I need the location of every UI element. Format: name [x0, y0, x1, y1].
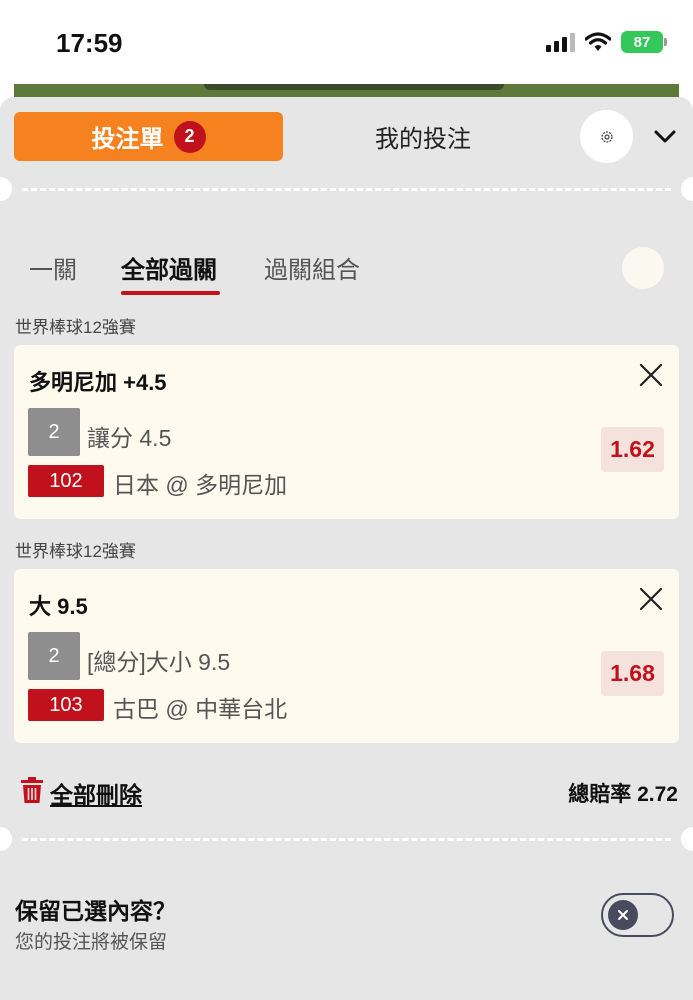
tab-all-parlay[interactable]: 全部過關 — [121, 250, 217, 285]
bet-market: [總分]大小 9.5 — [87, 649, 231, 675]
collapse-button[interactable] — [650, 122, 680, 152]
status-icons: 87 — [546, 31, 667, 53]
background-game-view — [14, 84, 679, 98]
tab-parlay-combo[interactable]: 過關組合 — [264, 250, 360, 285]
ticket-divider — [0, 827, 693, 851]
battery-icon: 87 — [621, 31, 667, 53]
info-circle — [622, 247, 664, 289]
bet-market: 讓分 4.5 — [87, 425, 172, 451]
bet-type-tabs: 一關 全部過關 過關組合 — [0, 242, 693, 302]
bet-number-chip: 2 — [28, 632, 80, 680]
match-name: 日本 @ 多明尼加 — [113, 472, 288, 498]
battery-level: 87 — [633, 33, 651, 51]
league-label: 世界棒球12強賽 — [15, 542, 136, 561]
bet-odds: 1.68 — [601, 651, 664, 696]
gear-icon — [600, 130, 613, 143]
toggle-off-icon — [608, 900, 638, 930]
total-odds: 總賠率 2.72 — [568, 783, 678, 806]
bet-selection: 多明尼加 +4.5 — [29, 370, 167, 395]
tab-betslip[interactable]: 投注單 2 — [14, 112, 283, 161]
tab-betslip-label: 投注單 — [91, 126, 164, 153]
tab-my-bets-label: 我的投注 — [375, 126, 471, 153]
status-bar: 17:59 87 — [0, 0, 693, 84]
status-time: 17:59 — [56, 28, 123, 58]
match-number-chip: 103 — [28, 689, 104, 721]
bet-odds: 1.62 — [601, 427, 664, 472]
ticket-divider — [0, 177, 693, 201]
retain-selection-toggle[interactable] — [601, 893, 674, 937]
betslip-sheet: 投注單 2 我的投注 一關 全部過關 過關組合 世界棒球12強賽 多明尼加 +4… — [0, 97, 693, 1000]
close-icon[interactable] — [639, 587, 663, 611]
wifi-icon — [585, 32, 611, 51]
match-number-chip: 102 — [28, 465, 104, 497]
tab-single[interactable]: 一關 — [29, 250, 77, 285]
signal-icon — [546, 32, 575, 52]
match-name: 古巴 @ 中華台北 — [113, 696, 288, 722]
chevron-down-icon — [654, 130, 676, 143]
bet-card: 多明尼加 +4.5 2 讓分 4.5 102 日本 @ 多明尼加 1.62 — [14, 345, 679, 519]
delete-all-button[interactable]: 全部刪除 — [50, 776, 142, 810]
settings-button[interactable] — [580, 110, 633, 163]
betslip-footer: 全部刪除 總賠率 2.72 — [0, 772, 693, 812]
bet-card: 大 9.5 2 [總分]大小 9.5 103 古巴 @ 中華台北 1.68 — [14, 569, 679, 743]
retain-selection-subtitle: 您的投注將被保留 — [15, 932, 168, 953]
bet-number-chip: 2 — [28, 408, 80, 456]
league-label: 世界棒球12強賽 — [15, 318, 136, 337]
retain-selection-title: 保留已選內容？ — [15, 898, 176, 924]
betslip-count-badge: 2 — [173, 120, 206, 153]
tab-my-bets[interactable]: 我的投注 — [323, 112, 523, 161]
bet-selection: 大 9.5 — [29, 594, 88, 619]
trash-icon[interactable] — [21, 776, 43, 804]
active-tab-indicator — [121, 291, 220, 295]
close-icon[interactable] — [639, 363, 663, 387]
